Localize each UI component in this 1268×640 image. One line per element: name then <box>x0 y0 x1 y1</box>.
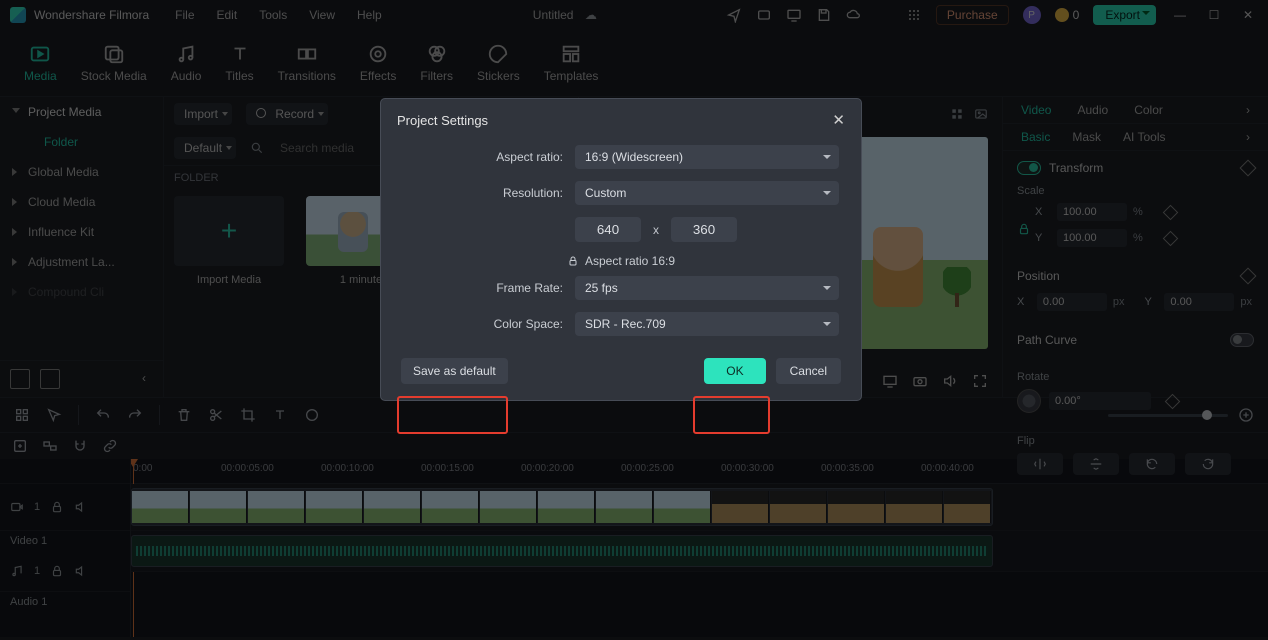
frame-rate-select[interactable]: 25 fps <box>575 276 839 300</box>
dimension-x-separator: x <box>653 223 659 237</box>
save-as-default-button[interactable]: Save as default <box>401 358 508 384</box>
chevron-down-icon <box>823 286 831 290</box>
aspect-ratio-label: Aspect ratio: <box>403 150 563 164</box>
resolution-value: Custom <box>585 186 626 200</box>
resolution-width-input[interactable] <box>575 217 641 242</box>
dialog-title: Project Settings <box>397 113 488 128</box>
ok-button[interactable]: OK <box>704 358 765 384</box>
aspect-lock-indicator[interactable]: Aspect ratio 16:9 <box>381 248 861 270</box>
resolution-select[interactable]: Custom <box>575 181 839 205</box>
lock-icon <box>567 255 579 267</box>
frame-rate-label: Frame Rate: <box>403 281 563 295</box>
aspect-ratio-value: 16:9 (Widescreen) <box>585 150 683 164</box>
dialog-close-button[interactable]: ✕ <box>832 111 845 129</box>
chevron-down-icon <box>823 155 831 159</box>
chevron-down-icon <box>823 191 831 195</box>
project-settings-dialog: Project Settings ✕ Aspect ratio: 16:9 (W… <box>380 98 862 401</box>
color-space-value: SDR - Rec.709 <box>585 317 666 331</box>
frame-rate-value: 25 fps <box>585 281 618 295</box>
aspect-lock-label: Aspect ratio 16:9 <box>585 254 675 268</box>
color-space-label: Color Space: <box>403 317 563 331</box>
cancel-button[interactable]: Cancel <box>776 358 841 384</box>
resolution-height-input[interactable] <box>671 217 737 242</box>
color-space-select[interactable]: SDR - Rec.709 <box>575 312 839 336</box>
aspect-ratio-select[interactable]: 16:9 (Widescreen) <box>575 145 839 169</box>
chevron-down-icon <box>823 322 831 326</box>
resolution-label: Resolution: <box>403 186 563 200</box>
